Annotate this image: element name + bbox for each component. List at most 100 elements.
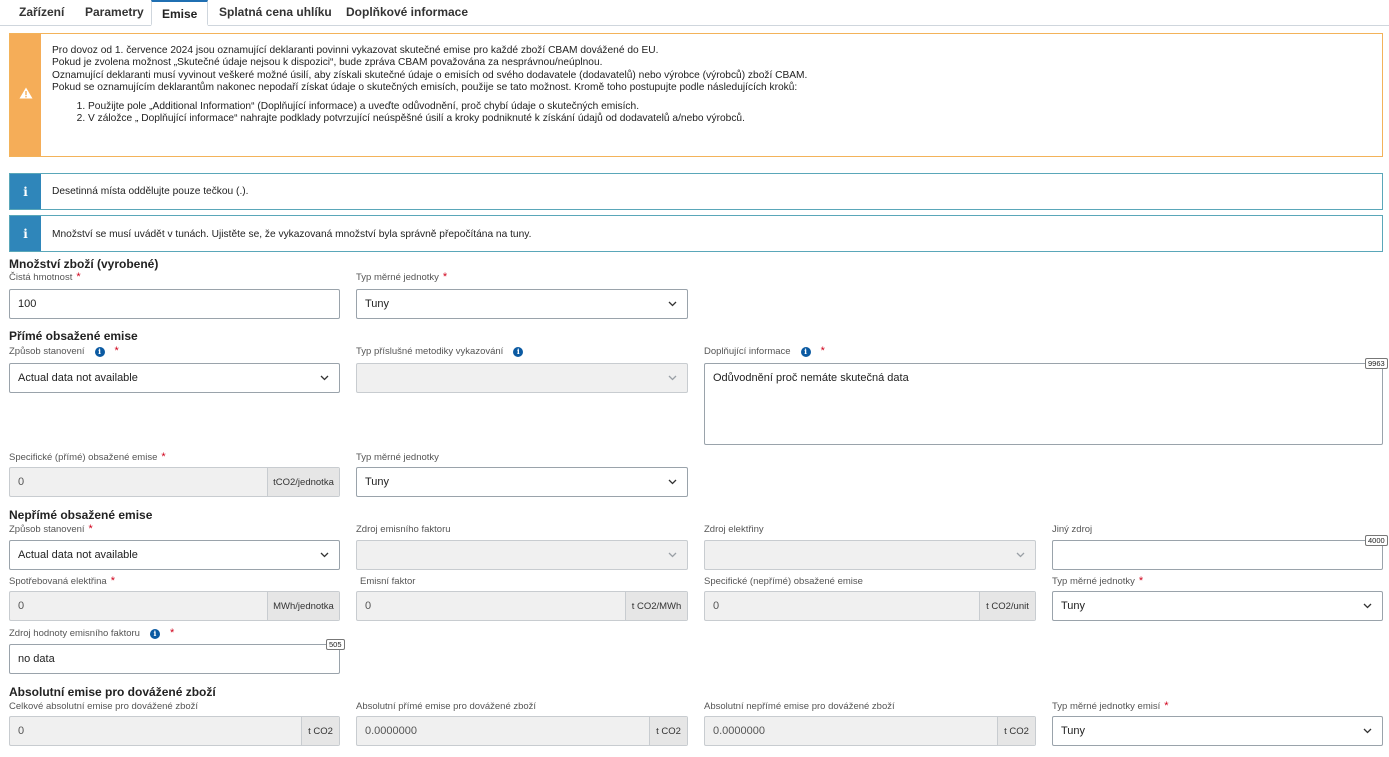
chevron-down-icon (668, 552, 677, 558)
net-mass-value: 100 (18, 298, 37, 310)
warning-alert-text: Pro dovoz od 1. července 2024 jsou oznam… (52, 45, 1374, 125)
info-alert-decimals: i Desetinná místa oddělujte pouze tečkou… (9, 173, 1383, 210)
info-alert-tonnes: i Množství se musí uvádět v tunách. Ujis… (9, 215, 1383, 252)
info-icon: i (23, 226, 28, 241)
tab-emise[interactable]: Emise (151, 0, 208, 26)
unit-addon: t CO2 (649, 717, 687, 745)
quantity-unit-select[interactable]: Tuny (356, 289, 688, 319)
absolute-direct-label: Absolutní přímé emise pro dovážené zboží (356, 701, 536, 712)
section-title-absolute: Absolutní emise pro dovážené zboží (9, 685, 216, 699)
consumed-electricity-input[interactable]: 0 MWh/jednotka (9, 591, 340, 621)
direct-specific-input[interactable]: 0 tCO2/jednotka (9, 467, 340, 497)
reporting-method-label-text: Typ příslušné metodiky vykazování (356, 346, 504, 357)
indirect-method-select[interactable]: Actual data not available (9, 540, 340, 570)
emission-factor-input[interactable]: 0 t CO2/MWh (356, 591, 688, 621)
net-mass-label-text: Čistá hmotnost (9, 272, 73, 283)
absolute-unit-select[interactable]: Tuny (1052, 716, 1383, 746)
indirect-unit-select[interactable]: Tuny (1052, 591, 1383, 621)
unit-addon: tCO2/jednotka (267, 468, 339, 496)
chevron-down-icon (1363, 728, 1372, 734)
net-mass-input[interactable]: 100 (9, 289, 340, 319)
indirect-unit-label-text: Typ měrné jednotky (1052, 576, 1135, 587)
reporting-method-select[interactable] (356, 363, 688, 393)
additional-info-label: Doplňující informace i * (704, 345, 825, 358)
info-alert-tonnes-text: Množství se musí uvádět v tunách. Ujistě… (52, 229, 532, 240)
emission-factor-label: Emisní faktor (360, 576, 415, 587)
factor-source-select[interactable] (356, 540, 688, 570)
required-marker: * (442, 271, 448, 283)
chevron-down-icon (668, 479, 677, 485)
other-source-char-counter: 4000 (1365, 535, 1388, 546)
net-mass-label: Čistá hmotnost * (9, 272, 81, 284)
info-alert-sidebar: i (10, 216, 41, 251)
required-marker: * (1164, 700, 1169, 712)
absolute-unit-value: Tuny (1061, 725, 1086, 737)
emission-factor-label-text: Emisní faktor (360, 576, 416, 587)
indirect-specific-value: 0 (713, 600, 720, 612)
chevron-down-icon (668, 301, 677, 307)
direct-specific-value: 0 (18, 476, 25, 488)
direct-method-select[interactable]: Actual data not available (9, 363, 340, 393)
chevron-down-icon (320, 375, 329, 381)
absolute-direct-value: 0.0000000 (365, 725, 417, 737)
unit-addon: MWh/jednotka (267, 592, 339, 620)
info-icon[interactable]: i (149, 628, 160, 639)
unit-addon: t CO2/unit (979, 592, 1035, 620)
indirect-method-value: Actual data not available (18, 549, 138, 561)
emission-factor-value: 0 (365, 600, 372, 612)
factor-source-label-text: Zdroj emisního faktoru (356, 524, 451, 535)
section-title-quantity: Množství zboží (vyrobené) (9, 257, 159, 271)
quantity-unit-label-text: Typ měrné jednotky (356, 272, 439, 283)
warning-step-1: Použijte pole „Additional Information“ (… (88, 101, 1374, 113)
tab-parametry[interactable]: Parametry (75, 0, 154, 26)
absolute-unit-label-text: Typ měrné jednotky emisí (1052, 701, 1161, 712)
section-title-indirect: Nepřímé obsažené emise (9, 508, 153, 522)
quantity-unit-value: Tuny (365, 298, 390, 310)
tab-doplnkove-informace[interactable]: Doplňkové informace (336, 0, 478, 26)
direct-unit-label: Typ měrné jednotky (356, 452, 439, 463)
warning-line-1: Pro dovoz od 1. července 2024 jsou oznam… (52, 45, 659, 56)
quantity-unit-label: Typ měrné jednotky * (356, 271, 448, 284)
additional-info-textarea[interactable]: Odůvodnění proč nemáte skutečná data (704, 363, 1383, 445)
warning-triangle-icon (19, 86, 33, 104)
consumed-electricity-label: Spotřebovaná elektřina * (9, 575, 115, 588)
factor-value-source-input[interactable]: no data (9, 644, 340, 674)
other-source-label: Jiný zdroj (1052, 524, 1092, 535)
required-marker: * (820, 345, 825, 357)
absolute-direct-input[interactable]: 0.0000000 t CO2 (356, 716, 688, 746)
absolute-total-input[interactable]: 0 t CO2 (9, 716, 340, 746)
indirect-specific-label: Specifické (nepřímé) obsažené emise (704, 576, 863, 587)
direct-specific-label: Specifické (přímé) obsažené emise * (9, 451, 166, 464)
tab-zarizeni[interactable]: Zařízení (9, 0, 74, 26)
factor-value-source-label-text: Zdroj hodnoty emisního faktoru (9, 628, 140, 639)
indirect-unit-value: Tuny (1061, 600, 1086, 612)
chevron-down-icon (668, 375, 677, 381)
additional-info-value: Odůvodnění proč nemáte skutečná data (713, 372, 909, 384)
info-icon[interactable]: i (800, 346, 811, 357)
info-icon[interactable]: i (94, 346, 105, 357)
absolute-indirect-input[interactable]: 0.0000000 t CO2 (704, 716, 1036, 746)
info-icon[interactable]: i (513, 346, 524, 357)
direct-method-value: Actual data not available (18, 372, 138, 384)
tab-splatna-cena-uhliku[interactable]: Splatná cena uhlíku (209, 0, 342, 26)
info-icon: i (23, 184, 28, 199)
chevron-down-icon (1363, 603, 1372, 609)
unit-addon: t CO2/MWh (625, 592, 687, 620)
electricity-source-label-text: Zdroj elektřiny (704, 524, 764, 535)
indirect-specific-input[interactable]: 0 t CO2/unit (704, 591, 1036, 621)
warning-alert: Pro dovoz od 1. července 2024 jsou oznam… (9, 33, 1383, 157)
absolute-indirect-label-text: Absolutní nepřímé emise pro dovážené zbo… (704, 701, 895, 712)
factor-value-source-char-counter: 505 (326, 639, 345, 650)
factor-value-source-value: no data (18, 653, 55, 665)
absolute-unit-label: Typ měrné jednotky emisí * (1052, 700, 1169, 713)
required-marker: * (110, 575, 115, 587)
consumed-electricity-value: 0 (18, 600, 25, 612)
required-marker: * (1138, 575, 1144, 587)
electricity-source-select[interactable] (704, 540, 1036, 570)
required-marker: * (161, 451, 166, 463)
other-source-input[interactable] (1052, 540, 1383, 570)
direct-unit-select[interactable]: Tuny (356, 467, 688, 497)
direct-method-label-text: Způsob stanovení (9, 346, 85, 357)
consumed-electricity-label-text: Spotřebovaná elektřina (9, 576, 107, 587)
other-source-label-text: Jiný zdroj (1052, 524, 1093, 535)
